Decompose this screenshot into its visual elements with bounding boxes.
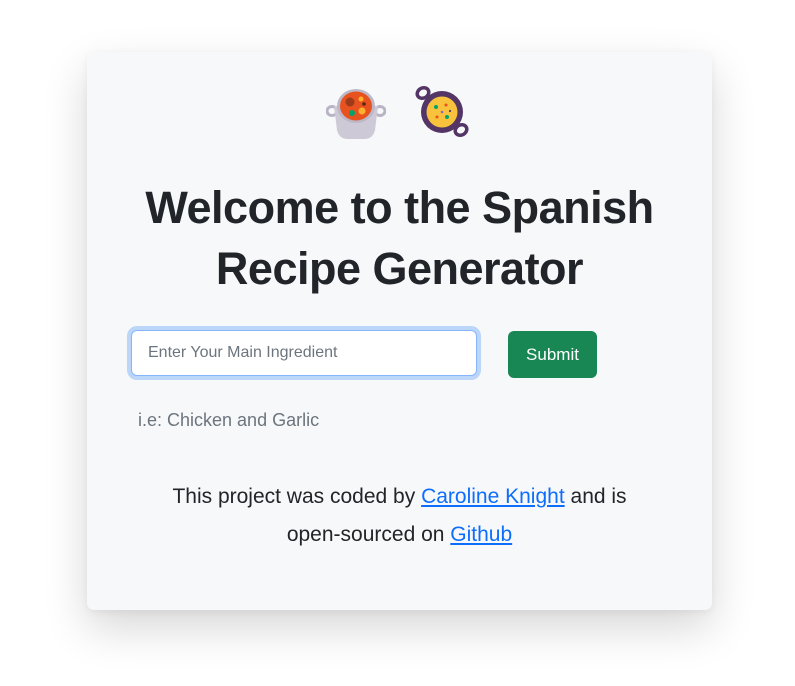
title-line-1: Welcome to the Spanish bbox=[145, 182, 654, 233]
ingredient-input[interactable] bbox=[131, 330, 477, 376]
footer-credits: This project was coded by Caroline Knigh… bbox=[87, 478, 712, 554]
author-link[interactable]: Caroline Knight bbox=[421, 485, 565, 508]
github-link[interactable]: Github bbox=[450, 523, 512, 546]
pot-of-food-icon bbox=[325, 84, 387, 144]
footer-text-open-sourced: open-sourced on bbox=[286, 523, 445, 546]
title-line-2: Recipe Generator bbox=[215, 243, 584, 294]
page-title: Welcome to the Spanish Recipe Generator bbox=[87, 177, 712, 299]
ingredient-hint: i.e: Chicken and Garlic bbox=[138, 410, 320, 430]
header-icons bbox=[87, 84, 712, 144]
footer-text-and-is: and is bbox=[570, 485, 627, 508]
paella-pan-icon bbox=[413, 84, 473, 144]
footer-text-coded-by: This project was coded by bbox=[172, 485, 416, 508]
recipe-generator-card: Welcome to the Spanish Recipe Generator … bbox=[87, 52, 712, 610]
submit-button[interactable]: Submit bbox=[508, 331, 597, 378]
